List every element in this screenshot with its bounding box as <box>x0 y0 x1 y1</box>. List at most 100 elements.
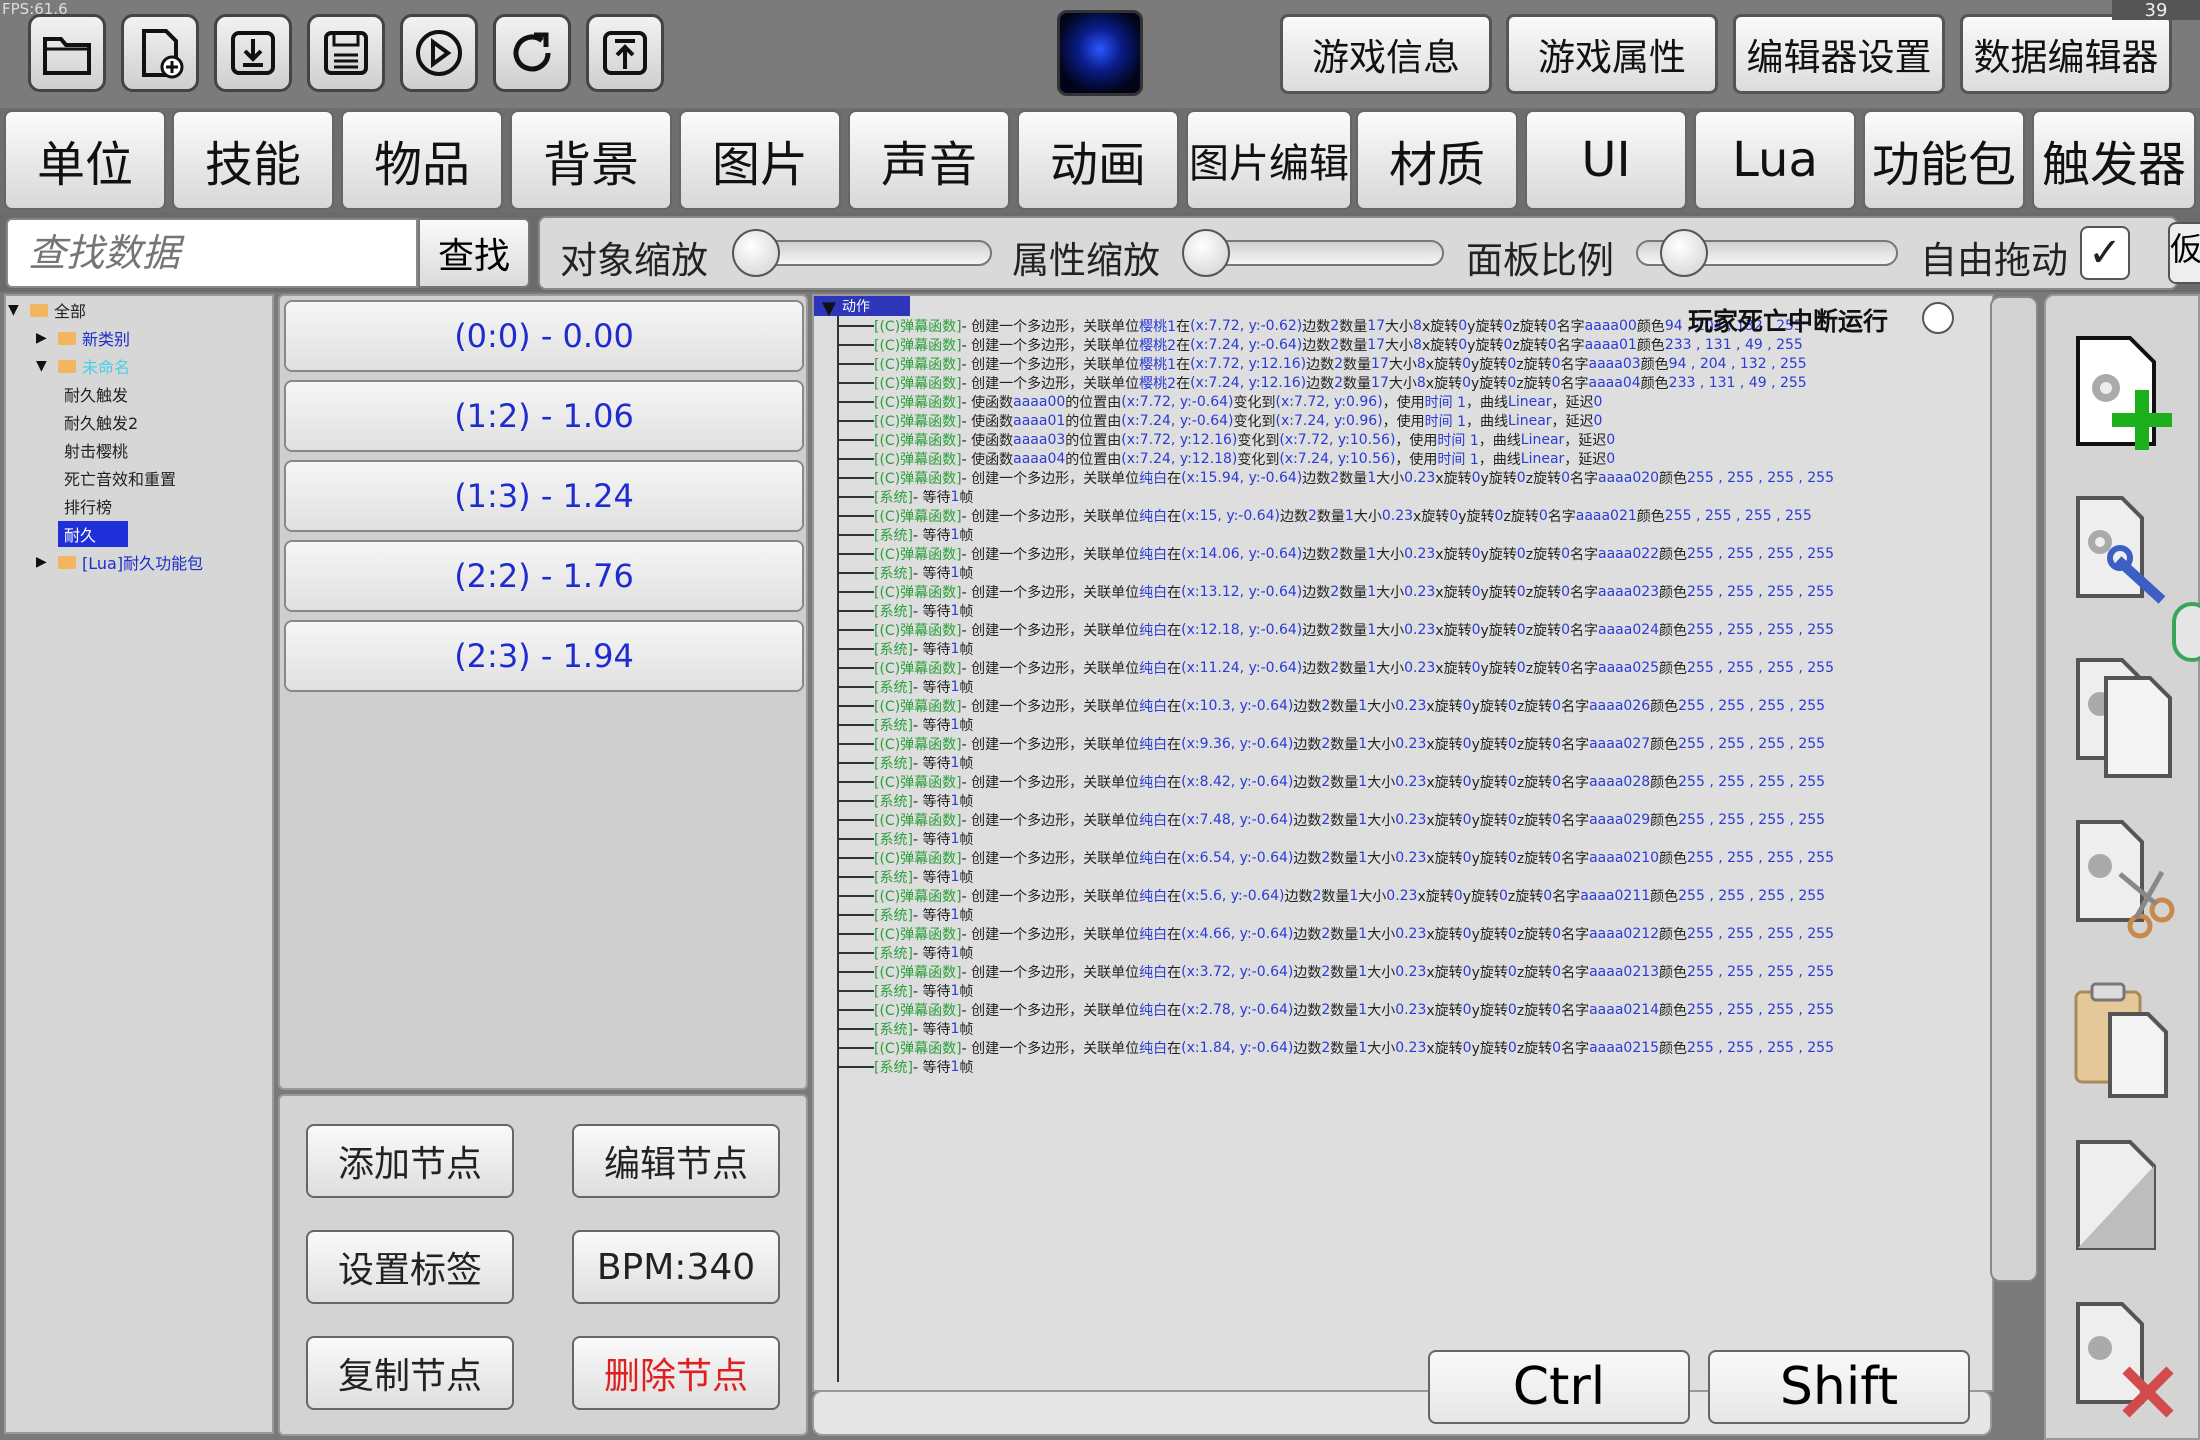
action-row[interactable]: [(C)弹幕函数] - 使函数 aaaa01 的位置由 (x:7.24, y:-… <box>838 411 1602 431</box>
category-item[interactable]: 物品 <box>341 110 503 210</box>
refresh-button[interactable] <box>493 14 571 92</box>
search-button[interactable]: 查找 <box>418 218 530 288</box>
node-item[interactable]: (2:2) - 1.76 <box>284 540 804 612</box>
search-input[interactable] <box>6 218 418 288</box>
expand-triangle-icon[interactable]: ▶ <box>36 330 52 346</box>
project-avatar[interactable] <box>1057 10 1143 96</box>
blank-data-icon[interactable] <box>2070 1134 2180 1264</box>
action-row[interactable]: [(C)弹幕函数] - 创建一个多边形，关联单位 纯白 在 (x:9.36, y… <box>838 734 1825 754</box>
action-row[interactable]: [(C)弹幕函数] - 创建一个多边形，关联单位 纯白 在 (x:15.94, … <box>838 468 1834 488</box>
delete-node-button[interactable]: 删除节点 <box>572 1336 780 1410</box>
action-row[interactable]: [(C)弹幕函数] - 创建一个多边形，关联单位 纯白 在 (x:7.48, y… <box>838 810 1825 830</box>
node-item[interactable]: (1:2) - 1.06 <box>284 380 804 452</box>
category-unit[interactable]: 单位 <box>4 110 166 210</box>
object-scale-knob[interactable] <box>732 229 780 277</box>
action-row[interactable]: [系统] - 等待 1 帧 <box>838 905 973 925</box>
tree-item-durability-selected[interactable]: 耐久 <box>58 521 128 547</box>
action-row[interactable]: [(C)弹幕函数] - 创建一个多边形，关联单位 纯白 在 (x:1.84, y… <box>838 1038 1834 1058</box>
tree-item-all[interactable]: ▼ 全部 <box>8 298 86 322</box>
tree-item-new-category[interactable]: ▶ 新类别 <box>36 326 130 350</box>
tree-item-leaderboard[interactable]: 排行榜 <box>64 494 112 518</box>
tree-item-durability-trigger[interactable]: 耐久触发 <box>64 382 128 406</box>
attr-scale-knob[interactable] <box>1182 229 1230 277</box>
category-skill[interactable]: 技能 <box>172 110 334 210</box>
category-ui[interactable]: UI <box>1525 110 1687 210</box>
category-background[interactable]: 背景 <box>510 110 672 210</box>
action-row[interactable]: [系统] - 等待 1 帧 <box>838 715 973 735</box>
action-row[interactable]: [(C)弹幕函数] - 使函数 aaaa03 的位置由 (x:7.72, y:1… <box>838 430 1615 450</box>
action-row[interactable]: [(C)弹幕函数] - 创建一个多边形，关联单位 樱桃1 在 (x:7.72, … <box>838 354 1807 374</box>
play-button[interactable] <box>400 14 478 92</box>
action-row[interactable]: [(C)弹幕函数] - 创建一个多边形，关联单位 纯白 在 (x:14.06, … <box>838 544 1834 564</box>
action-row[interactable]: [(C)弹幕函数] - 创建一个多边形，关联单位 纯白 在 (x:2.78, y… <box>838 1000 1834 1020</box>
pause-on-death-checkbox[interactable] <box>1922 302 1954 334</box>
action-row[interactable]: [(C)弹幕函数] - 创建一个多边形，关联单位 樱桃1 在 (x:7.72, … <box>838 316 1803 336</box>
action-row[interactable]: [系统] - 等待 1 帧 <box>838 1019 973 1039</box>
action-row[interactable]: [系统] - 等待 1 帧 <box>838 525 973 545</box>
new-file-button[interactable] <box>121 14 199 92</box>
action-row[interactable]: [(C)弹幕函数] - 创建一个多边形，关联单位 纯白 在 (x:8.42, y… <box>838 772 1825 792</box>
bpm-button[interactable]: BPM:340 <box>572 1230 780 1304</box>
cut-data-icon[interactable] <box>2070 814 2180 944</box>
action-row[interactable]: [系统] - 等待 1 帧 <box>838 487 973 507</box>
delete-data-icon[interactable] <box>2070 1296 2180 1426</box>
edit-node-button[interactable]: 编辑节点 <box>572 1124 780 1198</box>
action-row[interactable]: [系统] - 等待 1 帧 <box>838 829 973 849</box>
action-row[interactable]: [(C)弹幕函数] - 创建一个多边形，关联单位 纯白 在 (x:13.12, … <box>838 582 1834 602</box>
tab-data-editor[interactable]: 数据编辑器 <box>1960 14 2172 94</box>
action-row[interactable]: [(C)弹幕函数] - 创建一个多边形，关联单位 纯白 在 (x:11.24, … <box>838 658 1834 678</box>
add-data-icon[interactable] <box>2070 330 2180 460</box>
action-row[interactable]: [系统] - 等待 1 帧 <box>838 981 973 1001</box>
import-button[interactable] <box>214 14 292 92</box>
free-drag-checkbox[interactable]: ✓ <box>2080 226 2130 280</box>
category-trigger[interactable]: 触发器 <box>2032 110 2196 210</box>
tab-game-properties[interactable]: 游戏属性 <box>1506 14 1718 94</box>
action-row[interactable]: [系统] - 等待 1 帧 <box>838 601 973 621</box>
expand-triangle-icon[interactable]: ▶ <box>36 554 52 570</box>
edit-data-icon[interactable] <box>2070 490 2180 620</box>
clipped-edge-button[interactable]: 仮 <box>2168 222 2200 284</box>
node-item[interactable]: (0:0) - 0.00 <box>284 300 804 372</box>
category-sound[interactable]: 声音 <box>848 110 1010 210</box>
action-row[interactable]: [系统] - 等待 1 帧 <box>838 867 973 887</box>
tree-item-death-sound-reset[interactable]: 死亡音效和重置 <box>64 466 176 490</box>
set-tag-button[interactable]: 设置标签 <box>306 1230 514 1304</box>
node-item[interactable]: (1:3) - 1.24 <box>284 460 804 532</box>
add-node-button[interactable]: 添加节点 <box>306 1124 514 1198</box>
shift-key-button[interactable]: Shift <box>1708 1350 1970 1424</box>
vertical-scrollbar[interactable] <box>1990 296 2038 1282</box>
action-row[interactable]: [(C)弹幕函数] - 创建一个多边形，关联单位 纯白 在 (x:15, y:-… <box>838 506 1812 526</box>
action-row[interactable]: [(C)弹幕函数] - 创建一个多边形，关联单位 纯白 在 (x:3.72, y… <box>838 962 1834 982</box>
action-row[interactable]: [(C)弹幕函数] - 使函数 aaaa04 的位置由 (x:7.24, y:1… <box>838 449 1615 469</box>
action-row[interactable]: [(C)弹幕函数] - 使函数 aaaa00 的位置由 (x:7.72, y:-… <box>838 392 1602 412</box>
category-function-pack[interactable]: 功能包 <box>1863 110 2025 210</box>
tree-item-unnamed[interactable]: ▼ 未命名 <box>36 354 130 378</box>
action-row[interactable]: [系统] - 等待 1 帧 <box>838 563 973 583</box>
action-row[interactable]: [系统] - 等待 1 帧 <box>838 677 973 697</box>
action-row[interactable]: [系统] - 等待 1 帧 <box>838 1057 973 1077</box>
category-image[interactable]: 图片 <box>679 110 841 210</box>
tab-game-info[interactable]: 游戏信息 <box>1280 14 1492 94</box>
tab-editor-settings[interactable]: 编辑器设置 <box>1733 14 1945 94</box>
tree-item-durability-trigger-2[interactable]: 耐久触发2 <box>64 410 138 434</box>
node-item[interactable]: (2:3) - 1.94 <box>284 620 804 692</box>
upload-button[interactable] <box>586 14 664 92</box>
category-image-edit[interactable]: 图片编辑 <box>1186 110 1352 210</box>
save-button[interactable] <box>307 14 385 92</box>
paste-data-icon[interactable] <box>2070 974 2180 1104</box>
action-row[interactable]: [系统] - 等待 1 帧 <box>838 753 973 773</box>
action-row[interactable]: [(C)弹幕函数] - 创建一个多边形，关联单位 樱桃2 在 (x:7.24, … <box>838 335 1803 355</box>
action-row[interactable]: [(C)弹幕函数] - 创建一个多边形，关联单位 樱桃2 在 (x:7.24, … <box>838 373 1807 393</box>
collapse-triangle-icon[interactable]: ▼ <box>822 298 836 319</box>
action-row[interactable]: [系统] - 等待 1 帧 <box>838 791 973 811</box>
category-material[interactable]: 材质 <box>1356 110 1518 210</box>
action-row[interactable]: [(C)弹幕函数] - 创建一个多边形，关联单位 纯白 在 (x:5.6, y:… <box>838 886 1825 906</box>
collapse-triangle-icon[interactable]: ▼ <box>8 302 24 318</box>
action-row[interactable]: [(C)弹幕函数] - 创建一个多边形，关联单位 纯白 在 (x:4.66, y… <box>838 924 1834 944</box>
action-row[interactable]: [系统] - 等待 1 帧 <box>838 639 973 659</box>
panel-ratio-knob[interactable] <box>1660 229 1708 277</box>
category-lua[interactable]: Lua <box>1694 110 1856 210</box>
copy-node-button[interactable]: 复制节点 <box>306 1336 514 1410</box>
open-folder-button[interactable] <box>28 14 106 92</box>
ctrl-key-button[interactable]: Ctrl <box>1428 1350 1690 1424</box>
